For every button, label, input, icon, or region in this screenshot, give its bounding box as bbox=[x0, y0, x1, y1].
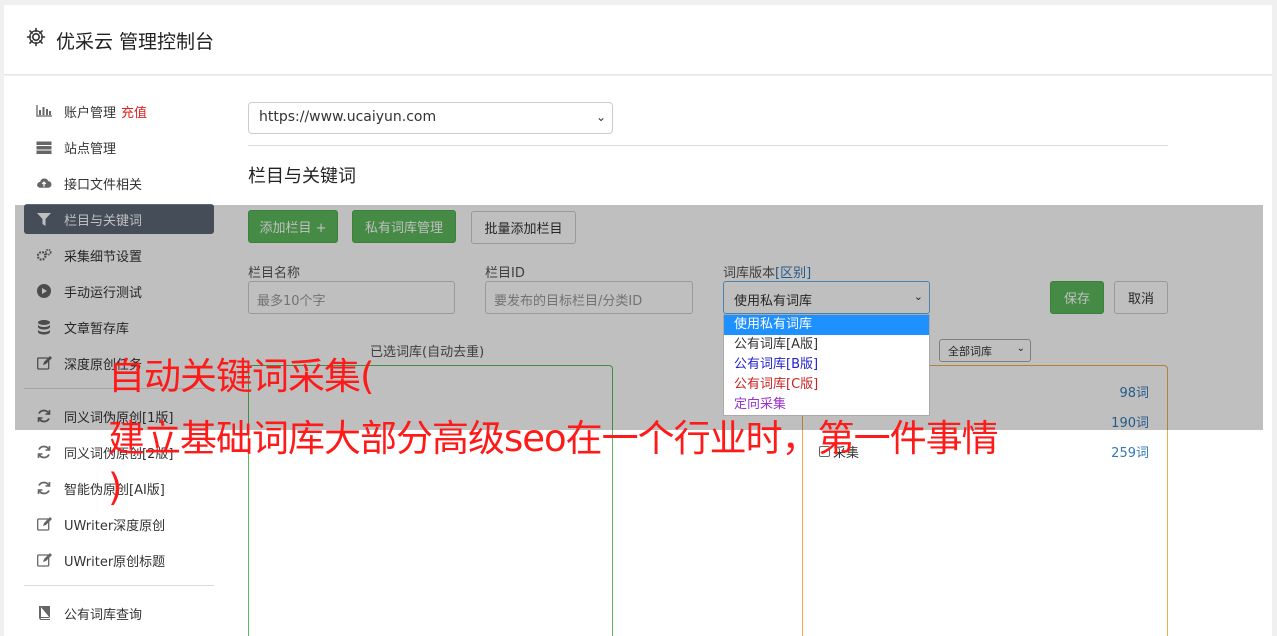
sidebar-item-label: 账户管理 bbox=[64, 105, 117, 121]
sidebar-item-label: 公有词库查询 bbox=[64, 607, 143, 623]
cloud-upload-icon bbox=[36, 176, 52, 190]
sidebar-item-uwriter-title[interactable]: UWriter原创标题 bbox=[24, 545, 214, 575]
sidebar-item-label: 站点管理 bbox=[64, 141, 117, 157]
lib-version-dropdown[interactable]: 使用私有词库 公有词库[A版] 公有词库[B版] 公有词库[C版] 定向采集 bbox=[723, 314, 930, 416]
section-title: 栏目与关键词 bbox=[248, 166, 356, 187]
watermark-line-3: ) bbox=[108, 466, 122, 509]
sidebar-item-label: UWriter原创标题 bbox=[64, 554, 166, 570]
sidebar-item-account[interactable]: 账户管理 充值 bbox=[24, 96, 214, 126]
option-public-b[interactable]: 公有词库[B版] bbox=[724, 355, 929, 375]
gear-icon bbox=[26, 27, 46, 47]
watermark-line-2: 建立基础词库大部分高级seo在一个行业时，第一件事情 bbox=[108, 417, 999, 460]
app-header: 优采云 管理控制台 bbox=[4, 5, 1272, 75]
divider bbox=[248, 145, 1168, 146]
server-icon bbox=[36, 140, 52, 154]
chevron-down-icon: ⌄ bbox=[595, 110, 606, 124]
option-private-lib[interactable]: 使用私有词库 bbox=[724, 315, 929, 335]
app-title: 优采云 管理控制台 bbox=[56, 31, 215, 53]
watermark-line-1: 自动关键词采集( bbox=[108, 355, 374, 398]
site-select[interactable]: https://www.ucaiyun.com ⌄ bbox=[248, 102, 613, 134]
bar-chart-icon bbox=[36, 104, 52, 118]
sidebar-item-uwriter-deep[interactable]: UWriter深度原创 bbox=[24, 509, 214, 539]
sidebar-item-sites[interactable]: 站点管理 bbox=[24, 132, 214, 162]
edit-icon bbox=[36, 553, 52, 567]
refresh-icon bbox=[36, 445, 52, 459]
edit-icon bbox=[36, 517, 52, 531]
word-count: 259词 bbox=[1111, 446, 1149, 461]
site-select-value: https://www.ucaiyun.com bbox=[259, 109, 437, 125]
option-public-c[interactable]: 公有词库[C版] bbox=[724, 375, 929, 395]
sidebar-item-public-lib-query[interactable]: 公有词库查询 bbox=[24, 598, 214, 628]
recharge-link[interactable]: 充值 bbox=[121, 102, 147, 121]
book-icon bbox=[36, 606, 52, 620]
sidebar-item-label: UWriter深度原创 bbox=[64, 518, 166, 534]
sidebar-divider bbox=[24, 585, 214, 586]
sidebar-item-interface[interactable]: 接口文件相关 bbox=[24, 168, 214, 198]
option-public-a[interactable]: 公有词库[A版] bbox=[724, 335, 929, 355]
sidebar-item-label: 接口文件相关 bbox=[64, 177, 143, 193]
refresh-icon bbox=[36, 481, 52, 495]
